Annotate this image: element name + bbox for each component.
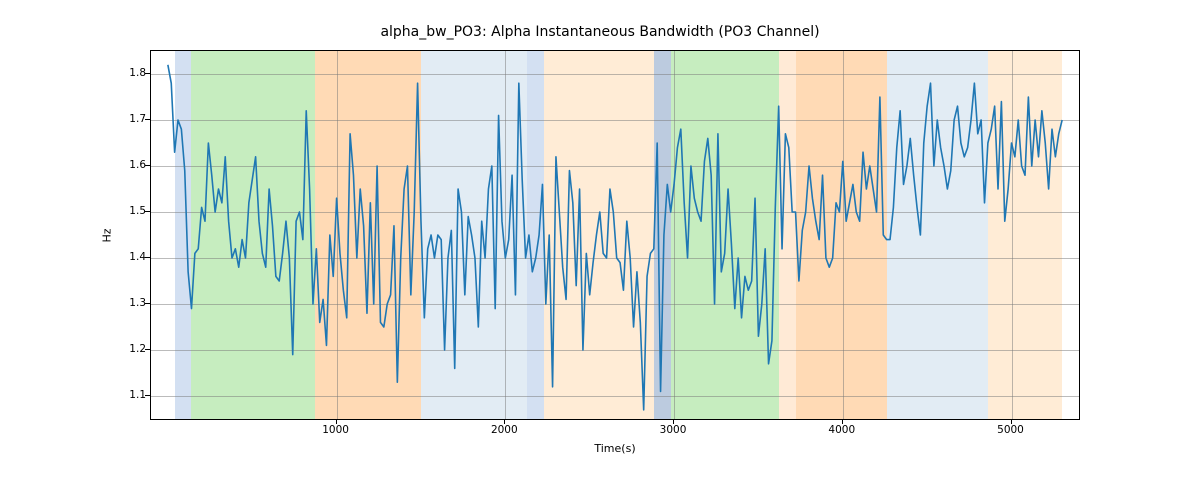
- ytick-label: 1.6: [118, 159, 146, 171]
- ytick-label: 1.1: [118, 389, 146, 401]
- xtick-label: 3000: [660, 424, 687, 436]
- chart-title: alpha_bw_PO3: Alpha Instantaneous Bandwi…: [0, 24, 1200, 40]
- line-series: [151, 51, 1079, 419]
- y-axis-label: Hz: [100, 50, 114, 420]
- plot-area: [150, 50, 1080, 420]
- x-axis-label: Time(s): [150, 442, 1080, 455]
- figure: alpha_bw_PO3: Alpha Instantaneous Bandwi…: [0, 0, 1200, 500]
- ytick-label: 1.8: [118, 67, 146, 79]
- ytick-label: 1.4: [118, 251, 146, 263]
- xtick-label: 5000: [997, 424, 1024, 436]
- ytick-label: 1.2: [118, 343, 146, 355]
- ytick-label: 1.3: [118, 297, 146, 309]
- xtick-label: 1000: [322, 424, 349, 436]
- ytick-label: 1.7: [118, 113, 146, 125]
- ytick-label: 1.5: [118, 205, 146, 217]
- xtick-label: 2000: [491, 424, 518, 436]
- xtick-label: 4000: [828, 424, 855, 436]
